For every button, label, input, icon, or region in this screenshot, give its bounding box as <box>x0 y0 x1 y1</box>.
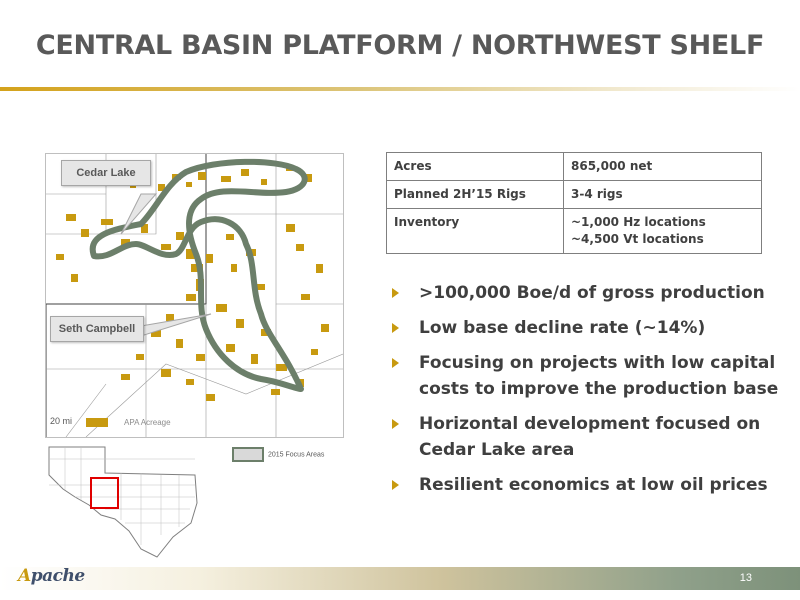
stats-table: Acres 865,000 net Planned 2H’15 Rigs 3-4… <box>386 152 762 254</box>
table-cell-label: Inventory <box>386 208 564 254</box>
focus-area-legend: 2015 Focus Areas <box>232 447 324 462</box>
apa-acreage-legend-label: APA Acreage <box>124 418 171 427</box>
table-row: Planned 2H’15 Rigs 3-4 rigs <box>386 180 762 209</box>
scale-label: 20 mi <box>50 416 73 426</box>
bullet-list: >100,000 Boe/d of gross production Low b… <box>389 280 794 507</box>
bullet-arrow-icon <box>392 288 399 298</box>
basin-map: Cedar Lake Seth Campbell 20 mi APA Acrea… <box>45 153 344 438</box>
logo-text: pache <box>30 566 85 586</box>
seth-campbell-callout: Seth Campbell <box>50 316 144 342</box>
apache-logo: Apache <box>18 566 85 586</box>
texas-inset-map <box>48 446 198 558</box>
logo-mark: A <box>18 566 31 586</box>
bullet-arrow-icon <box>392 480 399 490</box>
table-row: Acres 865,000 net <box>386 152 762 181</box>
bullet-text: Resilient economics at low oil prices <box>419 475 768 495</box>
bullet-text: Low base decline rate (~14%) <box>419 318 706 338</box>
inventory-hz: ~1,000 Hz locations <box>571 215 706 229</box>
bullet-item: Low base decline rate (~14%) <box>389 315 794 341</box>
table-cell-value: ~1,000 Hz locations ~4,500 Vt locations <box>563 208 762 254</box>
inventory-vt: ~4,500 Vt locations <box>571 232 704 246</box>
bullet-text: Focusing on projects with low capital co… <box>419 353 779 399</box>
bullet-item: Resilient economics at low oil prices <box>389 472 794 498</box>
cedar-lake-callout: Cedar Lake <box>61 160 151 186</box>
bullet-item: Focusing on projects with low capital co… <box>389 350 794 402</box>
table-cell-value: 3-4 rigs <box>563 180 762 209</box>
page-number: 13 <box>739 572 752 584</box>
bullet-arrow-icon <box>392 419 399 429</box>
table-cell-label: Acres <box>386 152 564 181</box>
map-canvas <box>46 154 343 437</box>
seth-campbell-label: Seth Campbell <box>58 323 136 335</box>
slide-title: CENTRAL BASIN PLATFORM / NORTHWEST SHELF <box>35 30 765 61</box>
table-row: Inventory ~1,000 Hz locations ~4,500 Vt … <box>386 208 762 254</box>
cedar-lake-label: Cedar Lake <box>76 167 136 179</box>
bullet-arrow-icon <box>392 323 399 333</box>
bullet-arrow-icon <box>392 358 399 368</box>
bullet-item: >100,000 Boe/d of gross production <box>389 280 794 306</box>
footer-bar <box>0 567 800 590</box>
bullet-text: Horizontal development focused on Cedar … <box>419 414 761 460</box>
table-cell-value: 865,000 net <box>563 152 762 181</box>
focus-area-swatch <box>232 447 264 462</box>
focus-area-legend-label: 2015 Focus Areas <box>268 451 325 459</box>
bullet-text: >100,000 Boe/d of gross production <box>419 283 765 303</box>
apa-acreage-legend: APA Acreage <box>86 418 171 428</box>
title-divider <box>0 87 800 91</box>
apa-acreage-swatch <box>86 418 108 428</box>
bullet-item: Horizontal development focused on Cedar … <box>389 411 794 463</box>
table-cell-label: Planned 2H’15 Rigs <box>386 180 564 209</box>
